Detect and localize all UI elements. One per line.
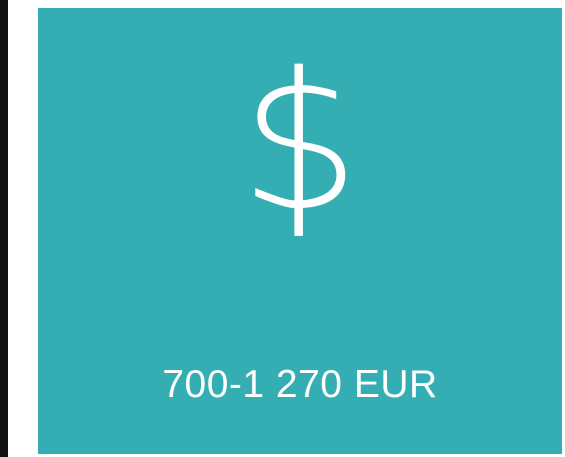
price-range-text: 700-1 270 EUR bbox=[162, 363, 438, 406]
dollar-sign-icon: $ bbox=[239, 32, 361, 253]
price-card: $ 700-1 270 EUR bbox=[38, 8, 562, 454]
left-edge-bar bbox=[0, 0, 8, 457]
page: $ 700-1 270 EUR bbox=[0, 0, 565, 457]
